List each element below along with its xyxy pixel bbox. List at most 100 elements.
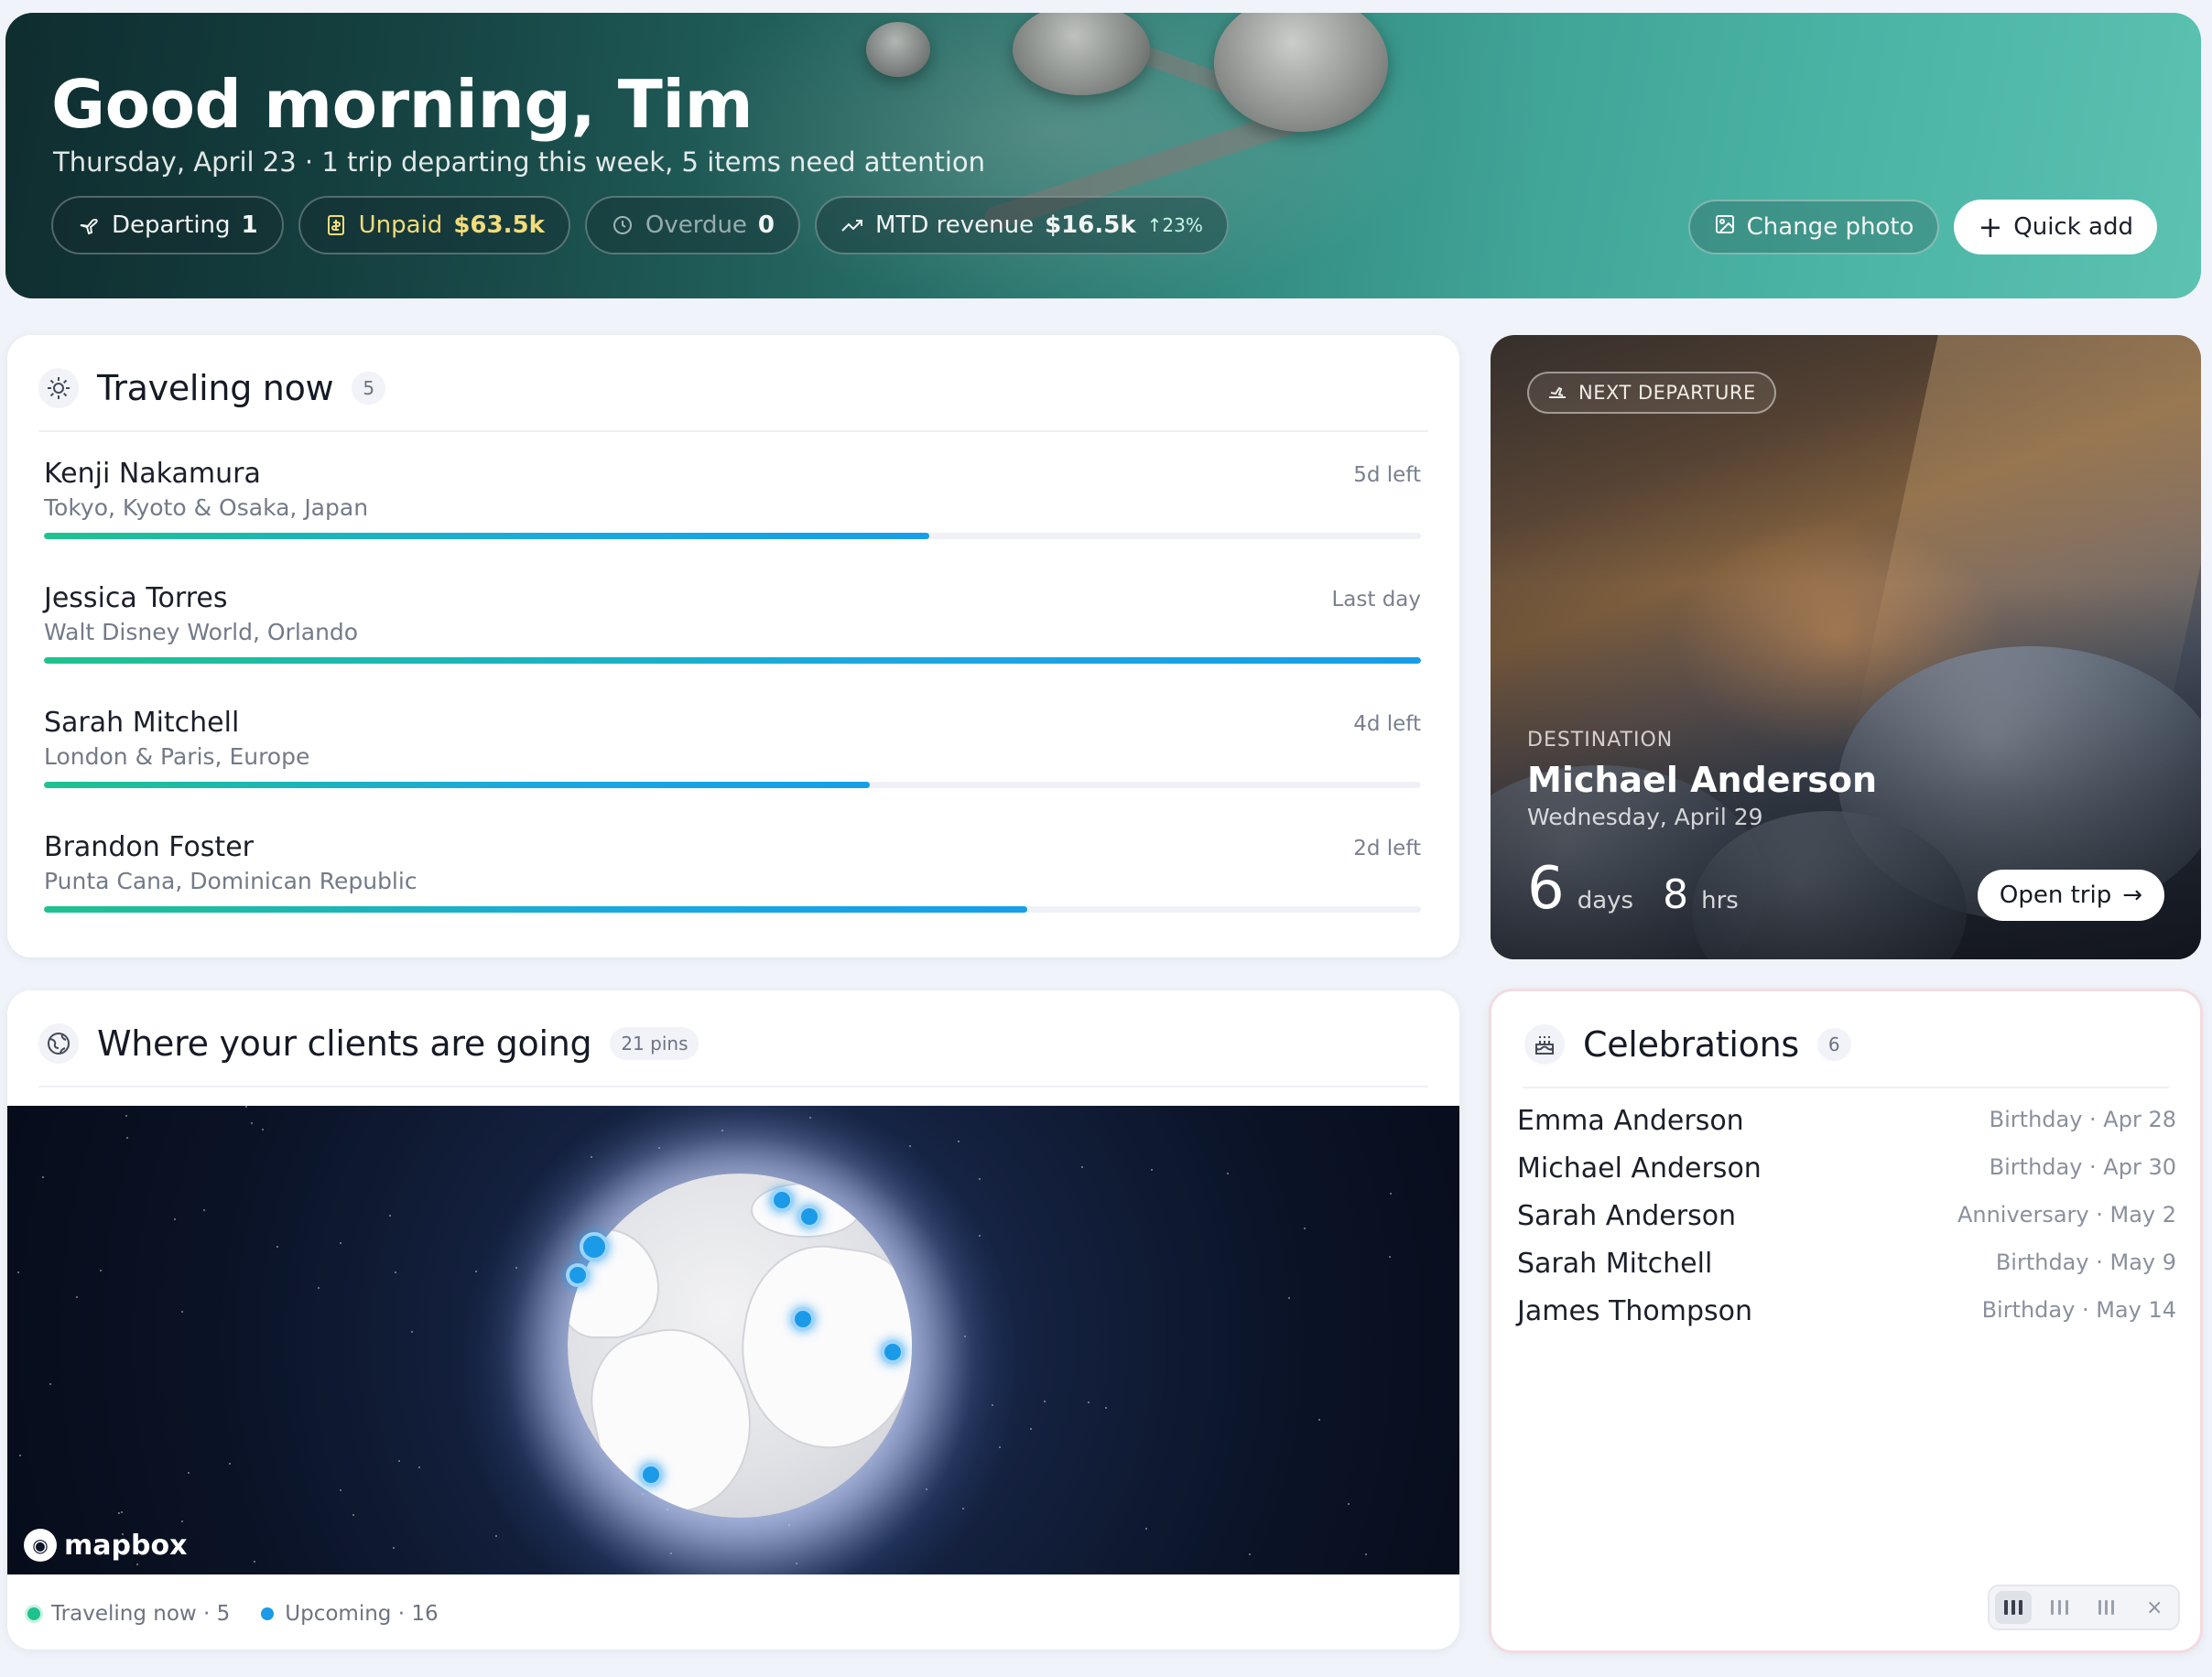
divider	[38, 1086, 1428, 1087]
map-pin[interactable]	[580, 1232, 609, 1261]
star	[1151, 1169, 1153, 1171]
star	[42, 1176, 44, 1178]
map-pin[interactable]	[791, 1307, 815, 1331]
star	[19, 1455, 21, 1456]
map-legend: Traveling now · 5 Upcoming · 16	[27, 1602, 439, 1626]
trip-destination: London & Paris, Europe	[44, 743, 310, 770]
image-icon	[1714, 213, 1736, 242]
departure-icon	[1547, 382, 1567, 405]
density-wide-button[interactable]	[2089, 1591, 2126, 1624]
celebration-row[interactable]: Emma Anderson Birthday · Apr 28	[1517, 1105, 2176, 1151]
mapbox-attribution[interactable]: ◉ mapbox	[24, 1529, 187, 1562]
departing-value: 1	[241, 211, 258, 239]
sun-icon	[38, 368, 79, 408]
mapbox-logo-icon: ◉	[24, 1529, 57, 1562]
celebration-event: Birthday · May 9	[1995, 1250, 2176, 1275]
star	[245, 1106, 247, 1108]
trip-row[interactable]: Brandon Foster Punta Cana, Dominican Repu…	[44, 831, 1421, 941]
star	[251, 1122, 253, 1124]
star	[1105, 1407, 1107, 1409]
hero-actions: Change photo + Quick add	[1687, 200, 2157, 254]
trend-up-icon	[840, 213, 864, 237]
quick-add-label: Quick add	[2013, 213, 2133, 241]
change-photo-label: Change photo	[1746, 213, 1914, 241]
next-departure-card[interactable]: NEXT DEPARTURE DESTINATION Michael Ander…	[1491, 335, 2201, 959]
star	[1081, 1166, 1083, 1168]
star	[276, 1246, 278, 1248]
star	[1304, 1228, 1306, 1229]
plane-icon	[77, 213, 101, 237]
star	[318, 1287, 320, 1289]
countdown-days-unit: days	[1577, 887, 1634, 914]
star	[411, 1331, 413, 1333]
unpaid-chip[interactable]: Unpaid $63.5k	[298, 196, 570, 254]
quick-add-button[interactable]: + Quick add	[1954, 200, 2157, 254]
celebrations-title: Celebrations	[1583, 1024, 1799, 1065]
celebration-event: Birthday · Apr 28	[1989, 1107, 2176, 1132]
star	[181, 1520, 183, 1522]
divider	[1523, 1087, 2169, 1088]
star	[1088, 1401, 1090, 1403]
countdown-hours: 8	[1663, 871, 1689, 918]
divider	[38, 430, 1428, 432]
map-pin[interactable]	[881, 1340, 905, 1364]
clients-map-card: Where your clients are going 21 pins ◉ m…	[7, 990, 1459, 1650]
map-pin[interactable]	[797, 1205, 821, 1228]
trip-row[interactable]: Jessica Torres Walt Disney World, Orlando…	[44, 582, 1421, 692]
legend-upcoming: Upcoming · 16	[261, 1602, 439, 1626]
star	[340, 1242, 342, 1244]
celebration-name: Sarah Mitchell	[1517, 1248, 1713, 1280]
trip-remaining: 2d left	[1353, 837, 1421, 860]
star	[229, 1463, 231, 1465]
star	[76, 1296, 78, 1298]
globe-map[interactable]: ◉ mapbox	[7, 1106, 1459, 1574]
hero-banner: Good morning, Tim Thursday, April 23 · 1…	[5, 13, 2201, 298]
map-pin[interactable]	[566, 1263, 590, 1287]
star	[1227, 1173, 1229, 1174]
map-pin[interactable]	[770, 1188, 794, 1212]
celebration-row[interactable]: James Thompson Birthday · May 14	[1517, 1295, 2176, 1341]
trip-destination: Punta Cana, Dominican Republic	[44, 868, 417, 894]
star	[418, 1466, 420, 1468]
departing-chip[interactable]: Departing 1	[51, 196, 284, 254]
unpaid-value: $63.5k	[453, 211, 545, 239]
star	[398, 1460, 400, 1462]
cake-icon	[1524, 1024, 1565, 1065]
star	[389, 1215, 391, 1217]
trip-row[interactable]: Sarah Mitchell London & Paris, Europe 4d l…	[44, 707, 1421, 817]
celebration-name: Sarah Anderson	[1517, 1200, 1737, 1232]
traveling-now-title: Traveling now	[97, 368, 334, 408]
mtd-revenue-chip[interactable]: MTD revenue $16.5k ↑23%	[815, 196, 1229, 254]
close-icon[interactable]: ×	[2136, 1591, 2173, 1624]
clients-map-title: Where your clients are going	[97, 1023, 592, 1064]
clients-map-header: Where your clients are going 21 pins	[38, 1016, 699, 1071]
celebration-row[interactable]: Sarah Mitchell Birthday · May 9	[1517, 1248, 2176, 1293]
trip-remaining: 4d left	[1353, 712, 1421, 736]
map-pin[interactable]	[639, 1463, 663, 1487]
mtd-revenue-value: $16.5k	[1045, 211, 1136, 239]
globe	[568, 1174, 912, 1518]
star	[1365, 1553, 1367, 1555]
celebrations-header: Celebrations 6	[1524, 1017, 1851, 1072]
density-compact-button[interactable]	[1994, 1591, 2032, 1624]
density-medium-button[interactable]	[2042, 1591, 2078, 1624]
star	[125, 1115, 127, 1117]
change-photo-button[interactable]: Change photo	[1687, 200, 1940, 254]
globe-icon	[38, 1023, 79, 1064]
celebration-row[interactable]: Sarah Anderson Anniversary · May 2	[1517, 1200, 2176, 1246]
departure-countdown: 6 days 8 hrs	[1527, 855, 1755, 923]
destination-label: DESTINATION	[1527, 729, 1674, 752]
countdown-hours-unit: hrs	[1701, 887, 1739, 914]
overdue-chip[interactable]: Overdue 0	[584, 196, 801, 254]
star	[100, 1270, 102, 1271]
star	[1249, 1553, 1251, 1555]
pins-count: 21 pins	[610, 1027, 699, 1060]
greeting-subtitle: Thursday, April 23 · 1 trip departing th…	[53, 146, 986, 178]
open-trip-button[interactable]: Open trip →	[1977, 870, 2164, 921]
trip-row[interactable]: Kenji Nakamura Tokyo, Kyoto & Osaka, Japa…	[44, 458, 1421, 568]
celebration-row[interactable]: Michael Anderson Birthday · Apr 30	[1517, 1152, 2176, 1198]
celebration-event: Birthday · Apr 30	[1989, 1154, 2176, 1180]
trip-progress-track	[44, 906, 1421, 913]
next-departure-tag: NEXT DEPARTURE	[1527, 372, 1776, 414]
trip-destination: Walt Disney World, Orlando	[44, 619, 359, 645]
